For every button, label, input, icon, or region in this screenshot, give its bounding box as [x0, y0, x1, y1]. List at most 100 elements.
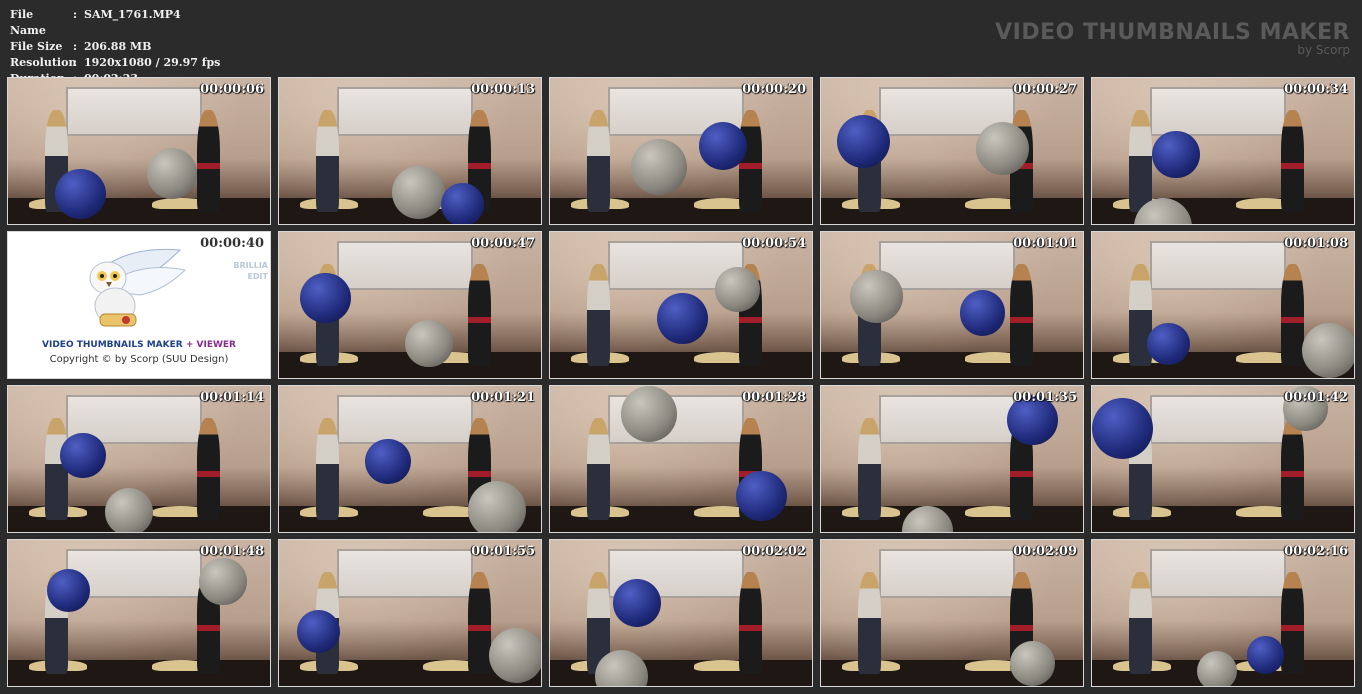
- logo-title-part1: VIDEO THUMBNAILS MAKER: [42, 340, 183, 350]
- thumbnail-frame[interactable]: 00:00:34: [1091, 77, 1355, 225]
- thumbnail-frame[interactable]: 00:01:14: [7, 385, 271, 533]
- logo-side-line-1: BRILLIA: [233, 261, 268, 270]
- timestamp-label: 00:01:14: [200, 390, 264, 405]
- brand-watermark: VIDEO THUMBNAILS MAKER by Scorp: [995, 20, 1350, 57]
- whiteboard: [336, 86, 473, 137]
- whiteboard: [336, 240, 473, 291]
- thumbnail-frame[interactable]: 00:01:42: [1091, 385, 1355, 533]
- timestamp-label: 00:00:34: [1284, 82, 1348, 97]
- blue-ball: [60, 432, 106, 478]
- owl-logo-icon: [88, 248, 187, 327]
- blue-ball: [836, 114, 890, 168]
- whiteboard: [1149, 394, 1286, 445]
- person-right: [467, 264, 492, 367]
- file-name-value: SAM_1761.MP4: [84, 8, 181, 21]
- person-right: [1280, 264, 1305, 367]
- timestamp-label: 00:00:06: [200, 82, 264, 97]
- blue-ball: [365, 438, 411, 484]
- timestamp-label: 00:00:13: [471, 82, 535, 97]
- info-separator: :: [72, 40, 78, 53]
- timestamp-label: 00:02:16: [1284, 544, 1348, 559]
- logo-side-text: BRILLIA EDIT: [233, 260, 268, 282]
- thumbnail-frame[interactable]: 00:01:35: [820, 385, 1084, 533]
- timestamp-label: 00:00:47: [471, 236, 535, 251]
- timestamp-label: 00:00:40: [200, 236, 264, 251]
- gray-ball: [467, 480, 527, 532]
- logo-title-plus: +: [182, 340, 197, 350]
- person-left: [1128, 110, 1153, 213]
- person-left: [586, 110, 611, 213]
- timestamp-label: 00:01:35: [1013, 390, 1077, 405]
- whiteboard: [1149, 240, 1286, 291]
- gray-ball: [631, 139, 688, 196]
- whiteboard: [878, 394, 1015, 445]
- thumbnail-frame[interactable]: 00:02:09: [820, 539, 1084, 687]
- logo-copyright: Copyright © by Scorp (SUU Design): [49, 354, 229, 365]
- info-separator: :: [72, 56, 78, 69]
- person-right: [1280, 110, 1305, 213]
- timestamp-label: 00:01:08: [1284, 236, 1348, 251]
- blue-ball: [959, 290, 1006, 336]
- timestamp-label: 00:01:21: [471, 390, 535, 405]
- gray-ball: [199, 557, 248, 606]
- timestamp-label: 00:01:48: [200, 544, 264, 559]
- gray-ball: [849, 269, 904, 324]
- thumbnail-frame[interactable]: 00:01:08: [1091, 231, 1355, 379]
- thumbnail-frame[interactable]: 00:01:01: [820, 231, 1084, 379]
- thumbnail-frame[interactable]: 00:00:20: [549, 77, 813, 225]
- person-left: [857, 572, 882, 675]
- thumbnail-frame[interactable]: 00:02:16: [1091, 539, 1355, 687]
- person-right: [1280, 418, 1305, 521]
- person-right: [738, 110, 763, 213]
- person-left: [586, 418, 611, 521]
- logo-title-part2: VIEWER: [196, 340, 236, 350]
- thumbnail-frame[interactable]: 00:00:13: [278, 77, 542, 225]
- blue-ball: [736, 470, 787, 522]
- thumbnail-frame[interactable]: 00:01:48: [7, 539, 271, 687]
- person-left: [586, 264, 611, 367]
- blue-ball: [47, 569, 90, 612]
- thumbnail-frame[interactable]: 00:01:55: [278, 539, 542, 687]
- gray-ball: [146, 148, 198, 199]
- timestamp-label: 00:02:09: [1013, 544, 1077, 559]
- person-right: [1009, 264, 1034, 367]
- timestamp-label: 00:00:20: [742, 82, 806, 97]
- logo-tile[interactable]: BRILLIA EDIT VIDEO THUMBNAILS MAKER + VI…: [7, 231, 271, 379]
- person-left: [857, 418, 882, 521]
- timestamp-label: 00:01:28: [742, 390, 806, 405]
- blue-ball: [699, 121, 748, 170]
- whiteboard: [1149, 86, 1286, 137]
- resolution-value: 1920x1080 / 29.97 fps: [84, 56, 221, 69]
- gray-ball: [404, 319, 453, 368]
- timestamp-label: 00:02:02: [742, 544, 806, 559]
- thumbnail-frame[interactable]: 00:00:27: [820, 77, 1084, 225]
- timestamp-label: 00:01:42: [1284, 390, 1348, 405]
- thumbnail-frame[interactable]: 00:01:28: [549, 385, 813, 533]
- blue-ball: [441, 183, 484, 224]
- thumbnail-frame[interactable]: 00:02:02: [549, 539, 813, 687]
- blue-ball: [55, 168, 106, 220]
- person-right: [196, 418, 221, 521]
- file-size-value: 206.88 MB: [84, 40, 152, 53]
- person-left: [1128, 572, 1153, 675]
- thumbnail-frame[interactable]: 00:00:54: [549, 231, 813, 379]
- info-separator: :: [72, 8, 78, 21]
- gray-ball: [1009, 640, 1055, 686]
- blue-ball: [1147, 322, 1190, 366]
- person-right: [196, 110, 221, 213]
- blue-ball: [612, 579, 661, 628]
- logo-side-line-2: EDIT: [247, 272, 268, 281]
- thumbnail-grid: 00:00:06 00:00:13 00:00:20 00:00:27 00:0…: [7, 77, 1355, 687]
- thumbnail-frame[interactable]: 00:00:47: [278, 231, 542, 379]
- file-info-row: File Name : SAM_1761.MP4: [10, 7, 220, 39]
- thumbnail-frame[interactable]: 00:00:06: [7, 77, 271, 225]
- blue-ball: [299, 272, 351, 324]
- logo-title: VIDEO THUMBNAILS MAKER + VIEWER: [8, 340, 270, 350]
- blue-ball: [297, 610, 340, 653]
- resolution-key: Resolution: [10, 56, 77, 69]
- gray-ball: [620, 386, 677, 442]
- file-size-key: File Size: [10, 40, 63, 53]
- blue-ball: [657, 293, 708, 344]
- thumbnail-frame[interactable]: 00:01:21: [278, 385, 542, 533]
- person-left: [315, 418, 340, 521]
